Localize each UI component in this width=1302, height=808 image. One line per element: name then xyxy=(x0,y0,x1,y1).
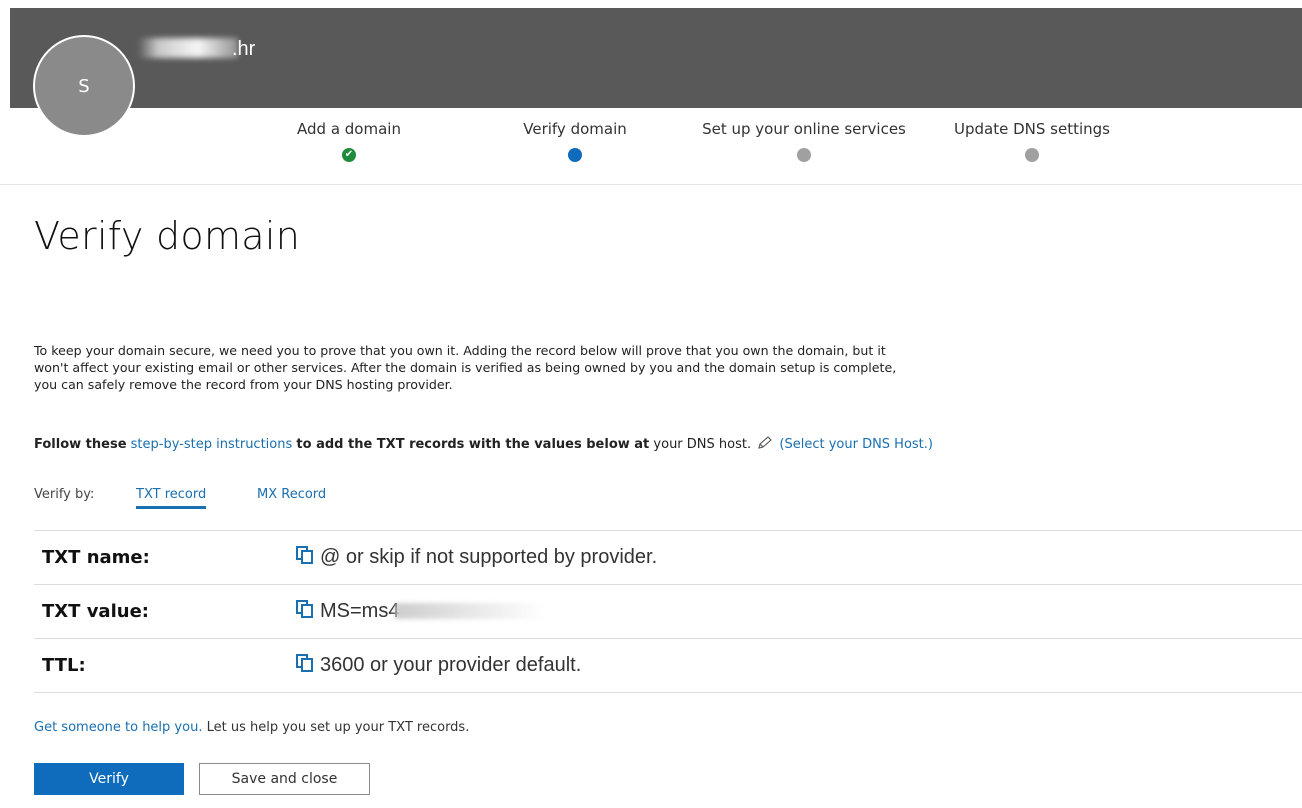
intro-text: To keep your domain secure, we need you … xyxy=(34,343,897,392)
table-row: TXT value: MS=ms4 xyxy=(34,584,1302,638)
page-title: Verify domain xyxy=(34,214,301,258)
record-value-text: MS=ms4 xyxy=(320,600,400,622)
domain-name-redaction xyxy=(138,38,238,58)
top-banner xyxy=(10,8,1302,108)
pending-step-icon xyxy=(1025,148,1039,162)
copy-icon[interactable] xyxy=(296,600,314,619)
record-value-text: @ or skip if not supported by provider. xyxy=(320,546,658,568)
instructions-suffix: your DNS host. xyxy=(653,437,752,452)
record-value: @ or skip if not supported by provider. xyxy=(296,546,657,569)
step-label: Add a domain xyxy=(297,120,401,138)
table-bottom-border xyxy=(34,692,1302,693)
step-by-step-link[interactable]: step-by-step instructions xyxy=(131,437,293,452)
step-label: Verify domain xyxy=(523,120,627,138)
step-add-domain: Add a domain ✔ xyxy=(287,120,411,162)
save-and-close-button[interactable]: Save and close xyxy=(199,763,370,795)
check-icon: ✔ xyxy=(342,148,356,162)
get-help-link[interactable]: Get someone to help you. xyxy=(34,720,202,735)
record-value-text: 3600 or your provider default. xyxy=(320,654,582,676)
record-label: TXT value: xyxy=(42,601,149,622)
instructions-line: Follow these step-by-step instructions t… xyxy=(34,436,933,452)
record-label: TXT name: xyxy=(42,547,150,568)
current-step-icon xyxy=(568,148,582,162)
domain-name: .hr xyxy=(232,38,256,60)
dns-records-table: TXT name: @ or skip if not supported by … xyxy=(34,530,1302,693)
step-label: Set up your online services xyxy=(702,120,906,138)
select-dns-host-link[interactable]: (Select your DNS Host.) xyxy=(779,437,933,452)
step-label: Update DNS settings xyxy=(954,120,1110,138)
wizard-steps: Add a domain ✔ Verify domain Set up your… xyxy=(0,108,1302,185)
instructions-prefix: Follow these xyxy=(34,437,127,452)
record-value: 3600 or your provider default. xyxy=(296,654,581,677)
pencil-icon[interactable] xyxy=(757,436,773,450)
table-row: TTL: 3600 or your provider default. xyxy=(34,638,1302,692)
verify-button[interactable]: Verify xyxy=(34,763,184,795)
step-verify-domain: Verify domain xyxy=(513,120,637,162)
step-update-dns: Update DNS settings xyxy=(942,120,1122,162)
pending-step-icon xyxy=(797,148,811,162)
step-online-services: Set up your online services xyxy=(691,120,917,162)
record-label: TTL: xyxy=(42,655,86,676)
instructions-middle: to add the TXT records with the values b… xyxy=(296,437,650,452)
record-value: MS=ms4 xyxy=(296,600,546,623)
help-line: Get someone to help you. Let us help you… xyxy=(34,720,469,735)
tab-txt-record[interactable]: TXT record xyxy=(136,487,207,509)
tab-mx-record[interactable]: MX Record xyxy=(257,487,326,502)
help-text: Let us help you set up your TXT records. xyxy=(206,720,470,735)
copy-icon[interactable] xyxy=(296,546,314,565)
copy-icon[interactable] xyxy=(296,654,314,673)
table-row: TXT name: @ or skip if not supported by … xyxy=(34,530,1302,584)
verify-by-label: Verify by: xyxy=(34,487,95,502)
value-redaction xyxy=(395,603,546,619)
